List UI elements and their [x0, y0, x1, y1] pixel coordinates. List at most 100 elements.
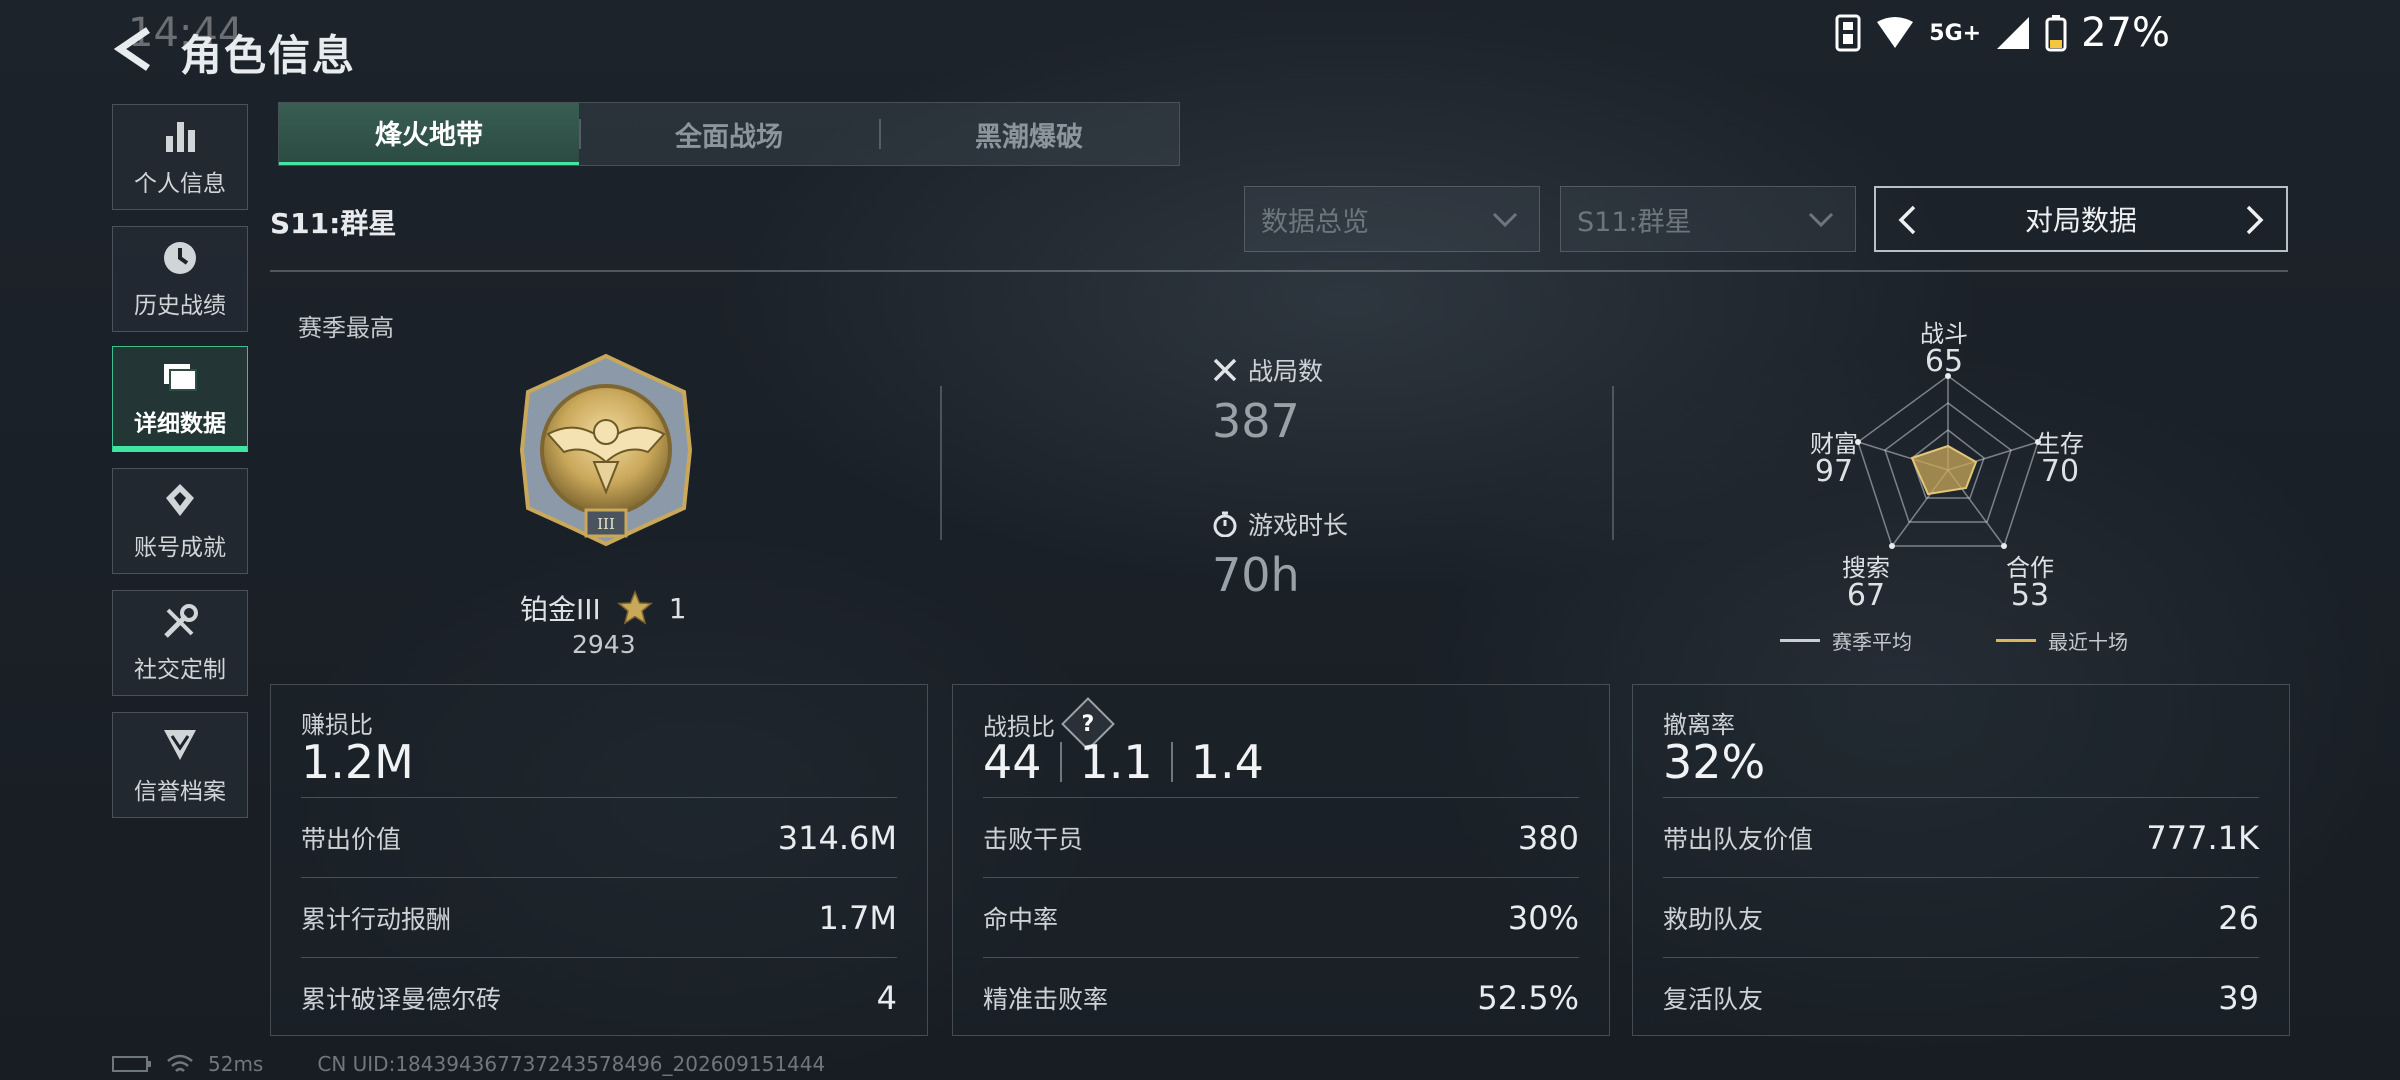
summary-divider: [940, 386, 942, 540]
stat-row: 累计行动报酬 1.7M: [301, 877, 897, 958]
legend-label: 最近十场: [2048, 630, 2128, 654]
sidebar-item-credit[interactable]: 信誉档案: [112, 712, 248, 818]
kd-value-1: 44: [983, 735, 1042, 789]
stat-row: 带出价值 314.6M: [301, 797, 897, 878]
playtime-stat: 游戏时长 70h: [1212, 506, 1348, 602]
radar-axis-value: 53: [2010, 578, 2050, 613]
achievement-icon: [166, 484, 194, 516]
sidebar-item-history[interactable]: 历史战绩: [112, 226, 248, 332]
row-label: 命中率: [983, 905, 1059, 934]
wifi-icon: [1877, 17, 1914, 48]
card-value: 1.2M: [301, 735, 414, 789]
row-label: 带出价值: [301, 825, 402, 854]
legend-season-avg: 赛季平均: [1780, 626, 1912, 655]
matches-label: 战局数: [1248, 357, 1324, 386]
chevron-left-icon[interactable]: [1892, 204, 1924, 236]
help-glyph: ?: [1081, 711, 1095, 737]
season-title: S11:群星: [270, 207, 397, 240]
row-label: 复活队友: [1663, 985, 1764, 1014]
card-profit: 赚损比 1.2M 带出价值 314.6M 累计行动报酬 1.7M 累计破译曼德尔砖 4: [270, 684, 928, 1036]
dropdown-value: 数据总览: [1261, 206, 1369, 238]
sidebar-item-details[interactable]: 详细数据: [112, 346, 248, 452]
stat-row: 命中率 30%: [983, 877, 1579, 958]
star-icon: [616, 590, 653, 625]
tab-mode-2[interactable]: 全面战场: [579, 103, 879, 165]
row-value: 39: [2218, 979, 2259, 1017]
row-value: 380: [1517, 819, 1579, 857]
network-type: 5G+: [1929, 20, 1982, 46]
row-value: 52.5%: [1477, 979, 1579, 1017]
row-label: 击败干员: [983, 825, 1084, 854]
row-label: 精准击败率: [983, 985, 1109, 1014]
sidebar-item-achievements[interactable]: 账号成就: [112, 468, 248, 574]
svg-text:III: III: [597, 515, 615, 533]
clock-icon: [164, 242, 196, 274]
sidebar-item-label: 信誉档案: [134, 779, 226, 805]
shield-icon: [164, 730, 196, 760]
sidebar-item-label: 详细数据: [134, 410, 226, 437]
card-value: 32%: [1663, 735, 1766, 789]
kd-value-3: 1.4: [1190, 735, 1264, 789]
nfc-icon: [1835, 14, 1861, 52]
season-dropdown[interactable]: S11:群星: [1560, 186, 1856, 252]
uid-text: CN UID:18439436773724357849​6_2026091514…: [317, 1052, 826, 1076]
battery-icon: [2045, 15, 2067, 52]
stat-row: 带出队友价值 777.1K: [1663, 797, 2259, 878]
sidebar-item-label: 历史战绩: [134, 293, 226, 319]
value-separator: [1059, 742, 1062, 782]
stat-row: 复活队友 39: [1663, 957, 2259, 1038]
rank-stars: 1: [668, 591, 687, 625]
overview-dropdown[interactable]: 数据总览: [1244, 186, 1540, 252]
back-arrow-icon[interactable]: [112, 26, 158, 72]
row-label: 累计破译曼德尔砖: [301, 985, 502, 1014]
radar-label-wealth: 财富 97: [1810, 430, 1858, 489]
data-type-label: 对局数据: [2024, 204, 2137, 237]
ping-value: 52ms: [208, 1052, 264, 1076]
sidebar-item-label: 账号成就: [134, 535, 226, 561]
tab-mode-3[interactable]: 黑潮爆破: [879, 103, 1179, 165]
row-value: 314.6M: [777, 819, 897, 857]
row-value: 777.1K: [2146, 819, 2259, 857]
radar-axis-value: 70: [2040, 454, 2080, 489]
card-extract: 撤离率 32% 带出队友价值 777.1K 救助队友 26 复活队友 39: [1632, 684, 2290, 1036]
radar-axis-value: 97: [1814, 454, 1854, 489]
rank-name: 铂金III: [520, 593, 601, 626]
row-value: 30%: [1507, 899, 1579, 937]
sidebar-item-social[interactable]: 社交定制: [112, 590, 248, 696]
row-value: 4: [876, 979, 897, 1017]
row-label: 救助队友: [1663, 905, 1764, 934]
legend-label: 赛季平均: [1832, 630, 1912, 654]
matches-value: 387: [1212, 394, 1300, 448]
row-value: 1.7M: [818, 899, 898, 937]
rank-emblem-icon: III: [519, 353, 693, 547]
sidebar-item-label: 个人信息: [134, 171, 226, 197]
crossed-swords-icon: [1213, 358, 1237, 382]
stat-row: 击败干员 380: [983, 797, 1579, 878]
tools-icon: [164, 604, 198, 638]
data-type-selector: 对局数据: [1874, 186, 2288, 252]
card-kd: 战损比 ? 44 1.1 1.4 击败干员 380 命中率 30% 精准击败率 52.…: [952, 684, 1610, 1036]
battery-small-icon: [112, 1056, 151, 1072]
value-separator: [1170, 742, 1173, 782]
kd-value-2: 1.1: [1079, 735, 1153, 789]
legend-recent-ten: 最近十场: [1996, 626, 2128, 655]
mode-tabs: 烽火地带 全面战场 黑潮爆破: [278, 102, 1180, 166]
sidebar-item-profile[interactable]: 个人信息: [112, 104, 248, 210]
dropdown-value: S11:群星: [1577, 206, 1692, 238]
rank-info: 铂金III 1: [520, 588, 687, 628]
section-divider: [270, 270, 2288, 272]
tab-mode-1[interactable]: 烽火地带: [279, 103, 579, 165]
wifi-small-icon: [167, 1054, 193, 1072]
folder-icon: [164, 363, 197, 391]
radar-axis-value: 65: [1924, 344, 1964, 379]
chevron-right-icon[interactable]: [2238, 204, 2270, 236]
radar-axis-value: 67: [1846, 578, 1886, 613]
season-best-label: 赛季最高: [298, 314, 394, 342]
row-label: 带出队友价值: [1663, 825, 1814, 854]
battery-level: 27%: [2081, 10, 2170, 56]
playtime-value: 70h: [1212, 548, 1300, 602]
radar-label-search: 搜索 67: [1842, 554, 1890, 613]
card-values: 44 1.1 1.4: [983, 735, 1264, 789]
chevron-down-icon: [1492, 212, 1518, 228]
playtime-label: 游戏时长: [1248, 511, 1349, 540]
